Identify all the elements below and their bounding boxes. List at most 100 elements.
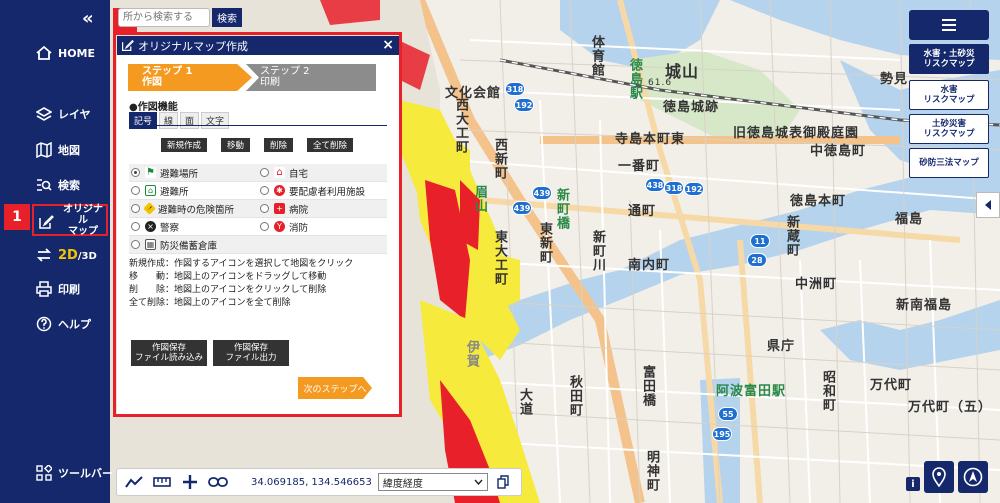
map-label: 福島 <box>895 212 924 227</box>
radio[interactable] <box>260 186 269 195</box>
search-bar: 検索 <box>118 8 242 27</box>
nav-original-map-label-line2: マップ <box>68 225 98 237</box>
search-input[interactable] <box>118 8 210 27</box>
step-1[interactable]: ステップ 1 作図 <box>128 64 252 91</box>
home-icon <box>36 45 52 60</box>
export-drawing-line2: ファイル出力 <box>225 353 277 363</box>
nav-home[interactable]: HOME <box>0 38 110 68</box>
sabo-map-button[interactable]: 砂防三法マップ <box>909 148 989 178</box>
help-line: 移 動：地図上のアイコンをドラッグして移動 <box>129 272 327 282</box>
nav-original-map[interactable]: オリジナル マップ <box>32 204 108 237</box>
radio[interactable] <box>131 204 140 213</box>
map-label: 伊賀 <box>464 340 479 368</box>
delete-button[interactable]: 削除 <box>264 138 294 152</box>
flood-risk-button[interactable]: 水害 リスクマップ <box>909 80 989 110</box>
nav-toolbar[interactable]: ツールバー <box>0 458 113 488</box>
measure-distance-button[interactable] <box>123 472 145 492</box>
map-label: 体育館 <box>589 35 604 77</box>
chevron-left-icon <box>985 200 991 210</box>
shelter-icon: ⌂ <box>145 185 156 196</box>
link-button[interactable] <box>207 472 229 492</box>
radio-selected[interactable] <box>131 168 140 177</box>
info-icon[interactable]: i <box>906 477 920 491</box>
search-button[interactable]: 検索 <box>212 8 242 27</box>
new-button[interactable]: 新規作成 <box>161 138 208 152</box>
radio[interactable] <box>131 186 140 195</box>
bottom-toolbar: 34.069185, 134.546653 緯度経度 <box>116 468 522 496</box>
delete-all-button[interactable]: 全て削除 <box>307 138 354 152</box>
coordinate-mode-select[interactable]: 緯度経度 <box>377 473 488 491</box>
app-root: 城山 徳島城跡 旧徳島城表御殿庭園 中徳島町 徳島本町 新蔵町 中洲町 福島 新… <box>0 0 1000 503</box>
tab-text[interactable]: 文字 <box>201 112 230 129</box>
tab-symbol[interactable]: 記号 <box>129 112 158 129</box>
map-label: 万代町 <box>870 378 913 393</box>
save-buttons: 作図保存 ファイル読み込み 作図保存 ファイル出力 <box>131 340 295 366</box>
export-drawing-button[interactable]: 作図保存 ファイル出力 <box>213 340 289 366</box>
help-icon <box>36 316 52 332</box>
map-label: 中徳島町 <box>810 144 867 159</box>
layers-icon <box>36 107 52 121</box>
symbol-option[interactable]: ✱ 要配慮者利用施設 <box>258 184 387 198</box>
radio[interactable] <box>260 222 269 231</box>
step-2-title: ステップ 2 <box>260 66 310 77</box>
label-3d: /3D <box>77 250 97 262</box>
radio[interactable] <box>260 204 269 213</box>
nav-help[interactable]: ヘルプ <box>0 309 110 339</box>
load-drawing-button[interactable]: 作図保存 ファイル読み込み <box>131 340 207 366</box>
nav-2d3d[interactable]: 2D/3D <box>0 240 110 270</box>
copy-coordinates-button[interactable] <box>492 472 514 492</box>
next-step-button[interactable]: 次のステップへ <box>298 377 372 399</box>
step-1-title: ステップ 1 <box>142 66 193 77</box>
step-2[interactable]: ステップ 2 印刷 <box>246 64 376 91</box>
radio[interactable] <box>260 168 269 177</box>
map-label: 大道 <box>517 388 532 416</box>
nav-2d3d-label: 2D/3D <box>58 248 97 263</box>
symbol-option[interactable]: ⌂ 自宅 <box>258 166 387 180</box>
symbol-option[interactable]: Y 消防 <box>258 220 387 234</box>
center-cross-button[interactable] <box>179 472 201 492</box>
risk-button-line2: リスクマップ <box>923 95 975 105</box>
map-label: 県庁 <box>767 339 796 354</box>
compass-button[interactable] <box>958 461 988 493</box>
menu-button[interactable] <box>909 10 989 40</box>
sediment-risk-button[interactable]: 土砂災害 リスクマップ <box>909 114 989 144</box>
flood-sediment-risk-button[interactable]: 水害・土砂災 リスクマップ <box>909 44 989 74</box>
nav-search[interactable]: 検索 <box>0 170 110 200</box>
current-location-button[interactable] <box>924 461 954 493</box>
nav-print[interactable]: 印刷 <box>0 274 110 304</box>
move-button[interactable]: 移動 <box>221 138 251 152</box>
nav-toolbar-label: ツールバー <box>58 467 113 480</box>
police-icon: × <box>145 221 156 232</box>
nav-layer[interactable]: レイヤ <box>0 99 110 129</box>
symbol-option[interactable]: ! 避難時の危険箇所 <box>129 202 258 216</box>
radio[interactable] <box>131 240 140 249</box>
symbol-option[interactable]: ⚑ 避難場所 <box>129 166 258 180</box>
nav-map[interactable]: 地図 <box>0 135 110 165</box>
panel-title: オリジナルマップ作成 <box>138 39 248 53</box>
tab-area[interactable]: 面 <box>180 112 200 129</box>
nav-search-label: 検索 <box>58 179 80 192</box>
print-icon <box>36 281 52 297</box>
symbol-option[interactable]: + 病院 <box>258 202 387 216</box>
symbol-option[interactable]: ▦ 防災備蓄倉庫 <box>129 238 258 252</box>
nav-original-map-label: オリジナル マップ <box>60 204 106 237</box>
symbol-label: 避難時の危険箇所 <box>158 204 235 216</box>
tab-line[interactable]: 線 <box>159 112 179 129</box>
expand-panel-button[interactable] <box>976 192 1000 218</box>
hamburger-icon <box>942 19 956 31</box>
collapse-sidebar-button[interactable]: « <box>82 8 94 29</box>
radio[interactable] <box>131 222 140 231</box>
route-shield: 439 <box>512 201 532 215</box>
route-shield: 192 <box>684 182 704 196</box>
export-drawing-line1: 作図保存 <box>233 343 268 353</box>
symbol-label: 病院 <box>289 204 309 216</box>
ruler-icon <box>153 477 171 487</box>
close-icon[interactable]: × <box>382 37 394 53</box>
symbol-label: 要配慮者利用施設 <box>289 186 366 198</box>
symbol-option[interactable]: × 警察 <box>129 220 258 234</box>
nav-map-label: 地図 <box>58 144 80 157</box>
symbol-label: 避難場所 <box>160 168 199 180</box>
symbol-option[interactable]: ⌂ 避難所 <box>129 184 258 198</box>
panel-header: オリジナルマップ作成 × <box>117 36 399 55</box>
ruler-button[interactable] <box>151 472 173 492</box>
